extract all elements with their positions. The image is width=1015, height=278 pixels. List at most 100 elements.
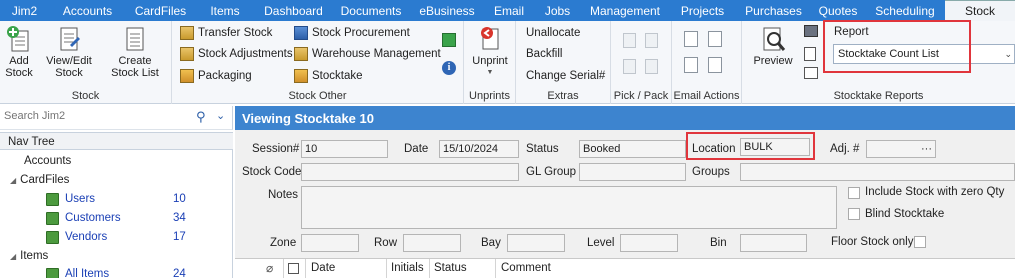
preview-label: Preview <box>753 55 793 67</box>
view-edit-stock-label: View/Edit Stock <box>46 55 92 79</box>
preview-button[interactable]: Preview <box>752 25 794 67</box>
menu-quotes[interactable]: Quotes <box>811 0 865 21</box>
nav-users-count: 10 <box>173 193 186 205</box>
menu-management[interactable]: Management <box>581 0 669 21</box>
email-action-icon-2[interactable] <box>708 31 722 47</box>
group-label-stock-other: Stock Other <box>288 90 347 102</box>
pdf-icon[interactable] <box>804 47 816 61</box>
collapse-icon[interactable]: ⌄ <box>216 109 225 122</box>
zone-field[interactable] <box>301 234 359 252</box>
stock-procurement-icon <box>294 26 308 40</box>
session-field[interactable]: 10 <box>301 140 388 158</box>
pack-icon-2[interactable] <box>645 59 658 74</box>
email-action-icon-3[interactable] <box>684 57 698 73</box>
stock-procurement-button[interactable]: Stock Procurement <box>294 24 410 42</box>
menu-email[interactable]: Email <box>484 0 534 21</box>
include-zero-checkbox[interactable] <box>848 187 860 199</box>
zone-label: Zone <box>270 237 297 249</box>
nav-items[interactable]: ◢ Items <box>10 248 48 264</box>
bin-field[interactable] <box>740 234 807 252</box>
nav-all-items-count: 24 <box>173 268 186 278</box>
grid-separator <box>386 259 387 278</box>
row-field[interactable] <box>403 234 461 252</box>
menu-cardfiles[interactable]: CardFiles <box>126 0 195 21</box>
menu-accounts[interactable]: Accounts <box>49 0 126 21</box>
stocktake-button[interactable]: Stocktake <box>294 67 363 85</box>
unprint-label: Unprint <box>472 55 508 67</box>
pack-icon-1[interactable] <box>623 59 636 74</box>
transfer-stock-button[interactable]: Transfer Stock <box>180 24 272 42</box>
gl-group-field[interactable] <box>579 163 686 181</box>
email-action-icon-4[interactable] <box>708 57 722 73</box>
expand-icon[interactable]: ◢ <box>10 176 16 185</box>
report-highlight-box <box>823 20 971 73</box>
nav-search-input[interactable] <box>4 110 184 122</box>
create-stock-list-icon <box>126 27 144 51</box>
pick-icon-1[interactable] <box>623 33 636 48</box>
add-stock-button[interactable]: Add Stock <box>2 25 36 79</box>
note-icon[interactable] <box>288 263 299 274</box>
stock-adjustments-button[interactable]: Stock Adjustments <box>180 45 293 63</box>
email-action-icon-1[interactable] <box>684 31 698 47</box>
nav-cardfiles[interactable]: ◢ CardFiles <box>10 172 69 188</box>
backfill-button[interactable]: Backfill <box>526 45 562 63</box>
status-field[interactable]: Booked <box>579 140 686 158</box>
floor-stock-checkbox[interactable] <box>914 236 926 248</box>
packaging-button[interactable]: Packaging <box>180 67 252 85</box>
info-icon[interactable]: i <box>442 61 456 75</box>
stock-code-field[interactable] <box>301 163 519 181</box>
column-date[interactable]: Date <box>311 262 335 274</box>
nav-cardfiles-label: CardFiles <box>20 174 70 186</box>
expand-icon[interactable]: ◢ <box>10 252 16 261</box>
backfill-label: Backfill <box>526 48 563 60</box>
adj-lookup-field[interactable]: ··· <box>866 140 936 158</box>
nav-all-items[interactable]: All Items 24 <box>46 266 226 278</box>
warehouse-management-button[interactable]: Warehouse Management <box>294 45 441 63</box>
adj-label: Adj. # <box>830 143 860 155</box>
menu-purchases[interactable]: Purchases <box>736 0 811 21</box>
menu-dashboard[interactable]: Dashboard <box>255 0 332 21</box>
menu-projects[interactable]: Projects <box>669 0 736 21</box>
blind-stocktake-checkbox[interactable] <box>848 208 860 220</box>
menu-stock[interactable]: Stock <box>945 0 1015 21</box>
nav-users[interactable]: Users 10 <box>46 191 226 207</box>
unallocate-button[interactable]: Unallocate <box>526 24 580 42</box>
nav-vendors-count: 17 <box>173 231 186 243</box>
gift-icon[interactable] <box>442 33 456 47</box>
notes-field[interactable] <box>301 186 837 229</box>
search-icon[interactable]: ⚲ <box>196 109 206 125</box>
unprint-button[interactable]: Unprint ▼ <box>470 25 510 79</box>
group-label-stocktake-reports: Stocktake Reports <box>833 90 924 102</box>
printer-icon[interactable] <box>804 25 818 37</box>
menu-jim2[interactable]: Jim2 <box>0 0 49 21</box>
menu-documents[interactable]: Documents <box>332 0 410 21</box>
nav-customers[interactable]: Customers 34 <box>46 210 226 226</box>
menu-items[interactable]: Items <box>195 0 255 21</box>
email-report-icon[interactable] <box>804 67 818 79</box>
include-zero-label: Include Stock with zero Qty <box>865 186 1005 198</box>
level-field[interactable] <box>620 234 678 252</box>
attachment-icon[interactable]: ⌀ <box>266 261 273 275</box>
stocktake-label: Stocktake <box>312 70 363 82</box>
group-label-pick-pack: Pick / Pack <box>613 90 669 102</box>
ribbon-group-extras: Unallocate Backfill Change Serial# Extra… <box>516 21 611 104</box>
menu-jobs[interactable]: Jobs <box>534 0 581 21</box>
all-items-icon <box>46 267 59 278</box>
column-comment[interactable]: Comment <box>501 262 551 274</box>
column-initials[interactable]: Initials <box>391 262 424 274</box>
groups-field[interactable] <box>740 163 1015 181</box>
pick-icon-2[interactable] <box>645 33 658 48</box>
menu-scheduling[interactable]: Scheduling <box>865 0 945 21</box>
change-serial-button[interactable]: Change Serial# <box>526 67 605 85</box>
create-stock-list-button[interactable]: Create Stock List <box>104 25 166 79</box>
chevron-down-icon: ⌄ <box>1004 49 1012 59</box>
menu-ebusiness[interactable]: eBusiness <box>410 0 484 21</box>
nav-accounts[interactable]: Accounts <box>24 153 71 169</box>
view-edit-stock-button[interactable]: View/Edit Stock <box>44 25 94 79</box>
date-field[interactable]: 15/10/2024 <box>439 140 519 158</box>
nav-vendors[interactable]: Vendors 17 <box>46 229 226 245</box>
bay-field[interactable] <box>507 234 565 252</box>
column-status[interactable]: Status <box>434 262 467 274</box>
change-serial-label: Change Serial# <box>526 70 606 82</box>
customers-icon <box>46 211 59 225</box>
